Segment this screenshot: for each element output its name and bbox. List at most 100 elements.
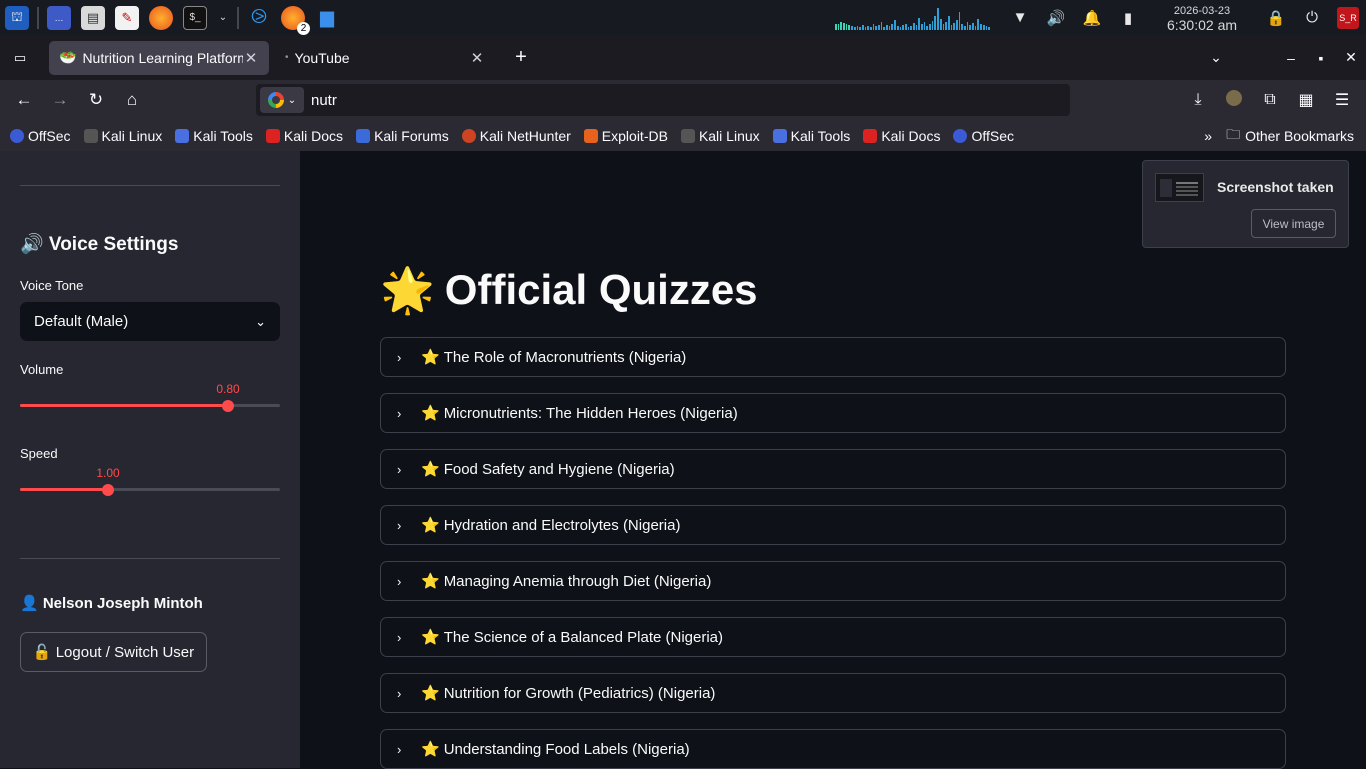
offsec-icon (953, 128, 968, 143)
bookmark-kali-docs-2[interactable]: Kali Docs (863, 128, 940, 144)
cpu-graph-bar (947, 15, 950, 30)
forward-icon[interactable]: → (45, 85, 75, 115)
volume-icon[interactable]: 🔊 (1045, 7, 1067, 29)
bookmark-offsec-2[interactable]: OffSec (953, 128, 1014, 144)
back-icon[interactable]: ← (9, 85, 39, 115)
workspace-switcher-icon[interactable]: … (47, 5, 71, 30)
firefox-icon[interactable] (149, 5, 173, 30)
cpu-graph-bar (958, 11, 961, 30)
bookmark-kali-linux-2[interactable]: Kali Linux (680, 128, 760, 144)
bookmark-kali-tools-2[interactable]: Kali Tools (772, 128, 850, 144)
view-image-button[interactable]: View image (1251, 209, 1336, 238)
list-tabs-icon[interactable]: ⌄ (1201, 49, 1231, 66)
chevron-right-icon: › (397, 517, 402, 533)
tab-overview-icon[interactable]: ▭ (8, 46, 32, 70)
cpu-graph-bar (886, 24, 888, 30)
reload-icon[interactable]: ↻ (81, 85, 111, 115)
cpu-graph-bar (837, 23, 840, 30)
bookmark-kali-linux[interactable]: Kali Linux (83, 128, 162, 144)
quiz-expander[interactable]: › ⭐ The Role of Macronutrients (Nigeria) (380, 337, 1286, 377)
quiz-expander[interactable]: › ⭐ Micronutrients: The Hidden Heroes (Nig… (380, 393, 1286, 433)
text-editor-icon[interactable]: ✎ (115, 5, 139, 30)
logout-button[interactable]: 🔓 Logout / Switch User (20, 632, 207, 672)
slider-thumb[interactable] (102, 484, 114, 496)
battery-icon[interactable]: ▮ (1117, 7, 1139, 29)
app-sidebar: 🔊 Voice Settings Voice Tone Default (Mal… (0, 151, 300, 768)
quiz-title: Hydration and Electrolytes (Nigeria) (443, 516, 681, 534)
volume-slider[interactable]: 0.80 (20, 382, 280, 412)
cpu-graph-bar (851, 25, 853, 30)
quiz-expander[interactable]: › ⭐ Managing Anemia through Diet (Nigeria) (380, 561, 1286, 601)
bookmark-kali-forums[interactable]: Kali Forums (356, 128, 449, 144)
cpu-usage-graph (835, 6, 990, 30)
bookmark-kali-nethunter[interactable]: Kali NetHunter (461, 127, 571, 144)
tab-youtube[interactable]: • YouTube ✕ (275, 41, 495, 75)
cpu-graph-bar (867, 25, 869, 30)
minimize-window-icon[interactable]: – (1276, 50, 1306, 66)
star-icon: ⭐ (421, 685, 440, 702)
cpu-graph-bar (953, 22, 955, 30)
cpu-graph-bar (880, 21, 883, 30)
url-input[interactable]: nutr (311, 92, 337, 109)
more-bookmarks-icon[interactable]: » (1204, 128, 1212, 144)
quiz-expander[interactable]: › ⭐ The Science of a Balanced Plate (Niger… (380, 617, 1286, 657)
power-icon[interactable]: ⏻ (1301, 7, 1323, 29)
lock-icon[interactable]: 🔒 (1265, 7, 1287, 29)
qr-code-icon[interactable]: ▦ (1288, 90, 1324, 110)
extensions-icon[interactable]: ⧉ (1252, 91, 1288, 109)
chevron-down-icon[interactable]: ⌄ (217, 6, 229, 30)
firefox-active-icon[interactable]: 2 (281, 5, 310, 35)
url-bar[interactable]: ⌄ nutr (256, 84, 1070, 116)
close-tab-icon[interactable]: ✕ (469, 49, 485, 67)
star-icon: ⭐ (421, 517, 440, 534)
slider-fill (20, 488, 108, 491)
quiz-expander[interactable]: › ⭐ Nutrition for Growth (Pediatrics) (Nig… (380, 673, 1286, 713)
search-engine-button[interactable]: ⌄ (260, 87, 304, 113)
tab-dot-icon: • (285, 52, 289, 63)
quiz-expander[interactable]: › ⭐ Food Safety and Hygiene (Nigeria) (380, 449, 1286, 489)
notification-bell-icon[interactable]: 🔔 (1081, 7, 1103, 29)
folder-icon[interactable]: ▆ (315, 6, 339, 30)
home-icon[interactable]: ⌂ (117, 85, 147, 115)
bookmark-kali-docs[interactable]: Kali Docs (265, 128, 343, 144)
bookmark-kali-tools[interactable]: Kali Tools (175, 128, 253, 144)
downloads-icon[interactable]: ⤓ (1180, 91, 1216, 109)
bookmark-label: Kali Forums (374, 127, 449, 144)
chevron-right-icon: › (397, 405, 402, 421)
bookmark-offsec[interactable]: OffSec (10, 128, 71, 144)
new-tab-icon[interactable]: + (509, 46, 533, 70)
maximize-window-icon[interactable]: ▪ (1306, 50, 1336, 66)
cpu-graph-bar (840, 21, 843, 30)
bookmark-exploit-db[interactable]: Exploit-DB (583, 128, 668, 144)
cpu-graph-bar (945, 21, 947, 30)
cpu-graph-bar (961, 23, 963, 30)
close-tab-icon[interactable]: ✕ (243, 49, 259, 67)
tab-nutrition-platform[interactable]: 🥗 Nutrition Learning Platform ✕ (49, 40, 269, 75)
vscode-icon[interactable]: ⧁ (247, 6, 271, 30)
close-window-icon[interactable]: ✕ (1336, 49, 1366, 66)
bookmark-label: Kali NetHunter (479, 127, 571, 144)
screenshot-thumbnail[interactable] (1155, 173, 1204, 202)
star-icon: ⭐ (421, 573, 440, 590)
bookmark-label: Kali Tools (193, 127, 253, 144)
cpu-graph-bar (872, 23, 875, 30)
star-icon: ⭐ (421, 461, 440, 478)
cpu-graph-bar (969, 24, 972, 30)
slider-thumb[interactable] (222, 400, 234, 412)
app-menu-icon[interactable]: ☰ (1324, 90, 1360, 110)
terminal-icon[interactable]: $_ (183, 5, 207, 30)
quiz-expander[interactable]: › ⭐ Understanding Food Labels (Nigeria) (380, 729, 1286, 769)
other-bookmarks-link[interactable]: Other Bookmarks (1245, 128, 1354, 144)
speed-slider[interactable]: 1.00 (20, 466, 280, 496)
offsec-icon (10, 128, 24, 143)
chevron-right-icon: › (397, 741, 402, 757)
voice-tone-select[interactable]: Default (Male) ⌄ (20, 302, 280, 341)
file-manager-icon[interactable]: ▤ (81, 5, 105, 30)
account-avatar-icon[interactable] (1216, 89, 1252, 111)
quiz-expander[interactable]: › ⭐ Hydration and Electrolytes (Nigeria) (380, 505, 1286, 545)
kali-tools-icon (175, 128, 190, 143)
system-clock[interactable]: 2026-03-23 6:30:02 am (1152, 4, 1252, 32)
kali-menu-icon[interactable]: ⛫ (5, 5, 29, 30)
wifi-icon[interactable]: ▼ (1009, 7, 1031, 29)
kali-app-icon[interactable]: S_R (1337, 6, 1359, 29)
